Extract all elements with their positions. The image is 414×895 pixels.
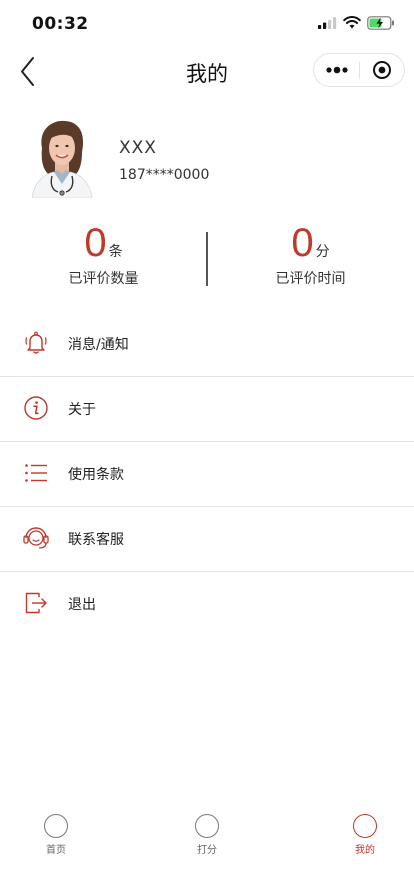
mini-program-capsule — [313, 53, 405, 87]
stat-rated-time: 0分 已评价时间 — [207, 220, 414, 295]
bell-icon — [25, 331, 47, 354]
stat-value-row: 0分 — [207, 220, 414, 266]
tab-label: 打分 — [197, 845, 217, 856]
tab-bar: 首页 打分 我的 — [0, 808, 414, 868]
stat-rated-count: 0条 已评价数量 — [0, 220, 207, 295]
menu-label: 消息/通知 — [68, 337, 129, 353]
more-button[interactable] — [314, 54, 360, 86]
stat-number: 0 — [291, 221, 314, 265]
home-tab-icon — [44, 814, 68, 838]
nav-bar: 我的 — [0, 50, 414, 94]
status-bar: 00:32 — [0, 0, 414, 50]
doctor-avatar-image — [28, 118, 94, 198]
profile-section: XXX 187****0000 — [0, 115, 414, 205]
menu-item-about[interactable]: 关于 — [0, 377, 414, 442]
user-phone: 187****0000 — [119, 167, 210, 183]
user-name: XXX — [119, 138, 157, 158]
menu-item-logout[interactable]: 退出 — [0, 572, 414, 636]
menu-label: 关于 — [68, 402, 96, 418]
close-miniprogram-button[interactable] — [360, 54, 405, 86]
mine-tab-icon — [353, 814, 377, 838]
menu-label: 退出 — [68, 597, 96, 613]
menu-list: 消息/通知 关于 使用条款 联系客服 退出 — [0, 312, 414, 636]
menu-label: 使用条款 — [68, 467, 124, 483]
headset-icon — [23, 527, 49, 549]
stats-section: 0条 已评价数量 0分 已评价时间 — [0, 220, 414, 295]
tab-label: 首页 — [46, 845, 66, 856]
menu-item-terms[interactable]: 使用条款 — [0, 442, 414, 507]
stat-label: 已评价数量 — [68, 271, 139, 287]
logout-icon — [25, 592, 47, 614]
tab-score[interactable]: 打分 — [177, 808, 237, 858]
stat-value-row: 0条 — [0, 220, 207, 266]
list-icon — [25, 464, 47, 482]
tab-mine[interactable]: 我的 — [335, 808, 395, 858]
stat-label: 已评价时间 — [275, 271, 346, 287]
score-tab-icon — [195, 814, 219, 838]
stat-unit: 条 — [108, 244, 123, 260]
menu-item-customer-service[interactable]: 联系客服 — [0, 507, 414, 572]
wifi-icon — [343, 16, 361, 29]
signal-icon — [318, 17, 337, 29]
status-time: 00:32 — [32, 14, 89, 34]
tab-label: 我的 — [355, 845, 375, 856]
stat-number: 0 — [84, 221, 107, 265]
app-screen: 00:32 我的 XXX 187****0000 0 条 已评价数量 0 分 已… — [0, 0, 414, 895]
menu-label: 联系客服 — [68, 532, 124, 548]
menu-item-notifications[interactable]: 消息/通知 — [0, 312, 414, 377]
info-icon — [24, 396, 48, 420]
avatar[interactable] — [28, 118, 94, 198]
more-dots-icon — [326, 66, 348, 74]
stat-unit: 分 — [315, 244, 330, 260]
battery-charging-icon — [367, 16, 394, 30]
target-close-icon — [373, 61, 391, 79]
tab-home[interactable]: 首页 — [26, 808, 86, 858]
